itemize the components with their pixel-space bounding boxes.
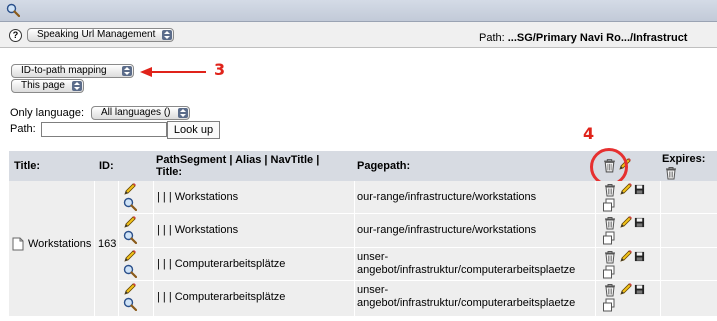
row-3-segment: | | | Computerarbeitsplätze xyxy=(157,258,286,270)
edit-pencil-icon[interactable] xyxy=(619,215,633,229)
delete-trash-icon[interactable] xyxy=(603,183,617,197)
row-1-segment: | | | Workstations xyxy=(157,191,239,203)
copy-icon[interactable] xyxy=(602,198,616,212)
row-2-segment: | | | Workstations xyxy=(157,224,239,236)
save-icon[interactable] xyxy=(634,251,645,262)
view-magnifier-icon[interactable] xyxy=(123,297,137,311)
expires-trash-icon[interactable] xyxy=(664,166,678,180)
copy-icon[interactable] xyxy=(602,298,616,312)
edit-pencil-icon[interactable] xyxy=(619,249,633,263)
module-select-value: Speaking Url Management xyxy=(37,29,156,40)
scope-select[interactable]: This page xyxy=(11,79,84,93)
copy-icon[interactable] xyxy=(602,231,616,245)
annotation-arrow xyxy=(140,67,206,77)
table-body: Workstations 163 | | | Workstations our-… xyxy=(9,181,717,316)
row-2-pagepath: our-range/infrastructure/workstations xyxy=(357,224,537,236)
row-separator xyxy=(119,247,717,248)
select-arrows-icon xyxy=(72,81,82,91)
language-select-value: All languages () xyxy=(101,107,171,118)
view-magnifier-icon[interactable] xyxy=(123,197,137,211)
row-1-pagepath: our-range/infrastructure/workstations xyxy=(357,191,537,203)
path-field-label: Path: xyxy=(10,123,36,135)
row-4-segment: | | | Computerarbeitsplätze xyxy=(157,291,286,303)
view-magnifier-icon[interactable] xyxy=(123,264,137,278)
delete-trash-icon[interactable] xyxy=(603,250,617,264)
edit-pencil-icon[interactable] xyxy=(123,182,137,196)
select-arrows-icon xyxy=(162,30,172,40)
delete-trash-icon[interactable] xyxy=(603,216,617,230)
row-3-pagepath-line2: angebot/infrastruktur/computerarbeitspla… xyxy=(357,264,576,276)
language-select[interactable]: All languages () xyxy=(91,106,190,120)
mode-select[interactable]: ID-to-path mapping xyxy=(11,64,134,78)
row-4-pagepath-line2: angebot/infrastruktur/computerarbeitspla… xyxy=(357,297,576,309)
edit-pencil-icon[interactable] xyxy=(123,215,137,229)
page-title: Workstations xyxy=(28,238,92,250)
mode-select-value: ID-to-path mapping xyxy=(21,65,107,76)
save-icon[interactable] xyxy=(634,284,645,295)
row-separator xyxy=(119,213,717,214)
col-header-pagepath: Pagepath: xyxy=(357,160,411,172)
breadcrumb-path: Path: ...SG/Primary Navi Ro.../Infrastru… xyxy=(479,32,687,44)
expires-column xyxy=(661,181,717,316)
row-4-pagepath-line1: unser- xyxy=(357,284,389,296)
language-label: Only language: xyxy=(10,107,84,119)
view-magnifier-icon[interactable] xyxy=(123,230,137,244)
search-icon[interactable] xyxy=(6,3,20,17)
help-icon[interactable]: ? xyxy=(9,29,22,42)
delete-trash-icon[interactable] xyxy=(603,283,617,297)
row-3-pagepath-line1: unser- xyxy=(357,251,389,263)
scope-select-value: This page xyxy=(21,80,65,91)
col-header-expires: Expires: xyxy=(662,153,706,165)
path-value: ...SG/Primary Navi Ro.../Infrastruct xyxy=(507,32,688,44)
row-separator xyxy=(119,280,717,281)
select-arrows-icon xyxy=(178,108,188,118)
edit-pencil-icon[interactable] xyxy=(619,182,633,196)
copy-icon[interactable] xyxy=(602,265,616,279)
edit-pencil-icon[interactable] xyxy=(123,249,137,263)
save-icon[interactable] xyxy=(634,184,645,195)
col-header-id: ID: xyxy=(99,160,114,172)
lookup-button[interactable]: Look up xyxy=(167,121,220,139)
path-input[interactable] xyxy=(41,122,167,137)
save-icon[interactable] xyxy=(634,217,645,228)
path-label: Path: xyxy=(479,32,505,44)
module-select[interactable]: Speaking Url Management xyxy=(27,28,174,42)
annotation-marker-4: 4 xyxy=(583,124,595,143)
annotation-marker-3: 3 xyxy=(214,60,226,79)
top-toolbar xyxy=(0,0,717,22)
col-header-title: Title: xyxy=(14,160,41,172)
edit-pencil-icon[interactable] xyxy=(123,282,137,296)
page-icon xyxy=(12,237,24,251)
page-id: 163 xyxy=(98,238,117,250)
col-header-segment: PathSegment | Alias | NavTitle | Title: xyxy=(156,154,320,178)
edit-pencil-icon[interactable] xyxy=(619,282,633,296)
select-arrows-icon xyxy=(122,66,132,76)
